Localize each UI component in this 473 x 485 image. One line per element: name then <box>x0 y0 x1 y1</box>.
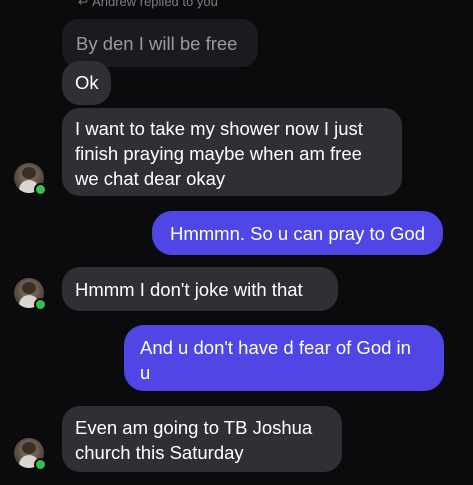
online-status-dot <box>34 298 47 311</box>
message-text-line: finish praying maybe when am free <box>75 143 362 164</box>
message-text-line: church this Saturday <box>75 442 244 463</box>
message-hmmmn-text: Hmmmn. So u can pray to God <box>170 223 425 244</box>
message-text-line: u <box>140 362 151 383</box>
quoted-message[interactable]: By den I will be free <box>62 19 258 67</box>
quoted-message-text: By den I will be free <box>76 32 238 54</box>
message-text-line: we chat dear okay <box>75 168 226 189</box>
message-church[interactable]: Even am going to TB Joshua church this S… <box>62 406 342 472</box>
reply-arrow-icon: ↩ <box>78 0 89 9</box>
avatar[interactable] <box>14 278 48 312</box>
message-shower[interactable]: I want to take my shower now I just fini… <box>62 108 402 196</box>
avatar[interactable] <box>14 438 48 472</box>
message-ok-text: Ok <box>75 72 99 93</box>
message-text-line: I want to take my shower now I just <box>75 118 363 139</box>
message-ok[interactable]: Ok <box>62 61 111 105</box>
message-joke-text: Hmmm I don't joke with that <box>75 279 303 300</box>
online-status-dot <box>34 458 47 471</box>
message-hmmmn[interactable]: Hmmmn. So u can pray to God <box>152 211 443 255</box>
message-text-line: Even am going to TB Joshua <box>75 417 313 438</box>
reply-header-text: Andrew replied to you <box>92 0 218 9</box>
avatar[interactable] <box>14 163 48 197</box>
message-joke[interactable]: Hmmm I don't joke with that <box>62 267 338 311</box>
online-status-dot <box>34 183 47 196</box>
reply-header: ↩ Andrew replied to you <box>78 0 218 9</box>
message-fear[interactable]: And u don't have d fear of God in u <box>124 325 444 391</box>
message-text-line: And u don't have d fear of God in <box>140 337 411 358</box>
